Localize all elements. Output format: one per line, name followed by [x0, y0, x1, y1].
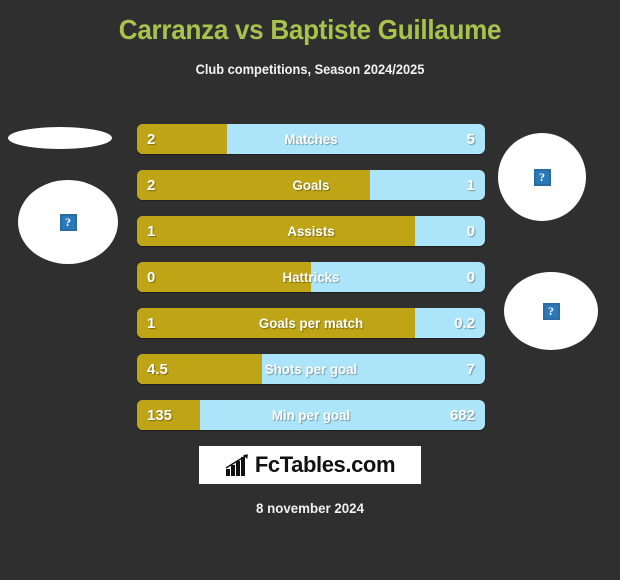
- stat-home-value: 2: [147, 130, 156, 148]
- stat-away-value: 0: [466, 222, 475, 240]
- home-player-photo: ?: [18, 180, 118, 264]
- stat-row: Assists 1 0: [137, 216, 485, 246]
- stat-away-value: 0: [466, 268, 475, 286]
- stat-away-value: 0.2: [454, 314, 475, 332]
- home-player-photo-top: ?: [8, 127, 112, 149]
- stat-away-value: 7: [466, 360, 475, 378]
- stat-label: Hattricks: [282, 269, 340, 285]
- stat-home-value: 1: [147, 222, 156, 240]
- stat-row: Min per goal 135 682: [137, 400, 485, 430]
- stat-row: Goals 2 1: [137, 170, 485, 200]
- stat-away-value: 1: [466, 176, 475, 194]
- fctables-logo[interactable]: FcTables.com: [199, 446, 421, 484]
- stat-label: Assists: [287, 223, 335, 239]
- stat-label: Shots per goal: [264, 361, 358, 377]
- page-subtitle: Club competitions, Season 2024/2025: [195, 62, 425, 77]
- stat-label: Goals per match: [258, 315, 364, 331]
- stat-away-value: 682: [449, 406, 475, 424]
- page-title: Carranza vs Baptiste Guillaume: [118, 14, 502, 45]
- broken-image-icon: ?: [59, 213, 77, 231]
- stat-row: Matches 2 5: [137, 124, 485, 154]
- stat-home-value: 2: [147, 176, 156, 194]
- stat-label: Min per goal: [271, 407, 351, 423]
- stat-row: Hattricks 0 0: [137, 262, 485, 292]
- broken-image-icon: ?: [542, 302, 560, 320]
- away-team-logo: ?: [504, 272, 598, 350]
- stat-home-value: 4.5: [147, 360, 168, 378]
- date-label: 8 november 2024: [256, 500, 364, 516]
- stat-away-value: 5: [466, 130, 475, 148]
- stat-home-value: 1: [147, 314, 156, 332]
- stat-label: Goals: [292, 177, 330, 193]
- stat-row: Goals per match 1 0.2: [137, 308, 485, 338]
- stat-home-value: 0: [147, 268, 156, 286]
- stat-home-value: 135: [147, 406, 173, 424]
- stat-comparison-bars: Matches 2 5 Goals 2 1 Assists 1 0 Hattricks 0 0 Goal…: [137, 124, 485, 446]
- broken-image-icon: ?: [533, 168, 551, 186]
- stat-label: Matches: [284, 131, 338, 147]
- away-player-photo: ?: [498, 133, 586, 221]
- logo-text: FcTables.com: [254, 452, 396, 477]
- bar-chart-icon: [225, 454, 249, 476]
- stat-row: Shots per goal 4.5 7: [137, 354, 485, 384]
